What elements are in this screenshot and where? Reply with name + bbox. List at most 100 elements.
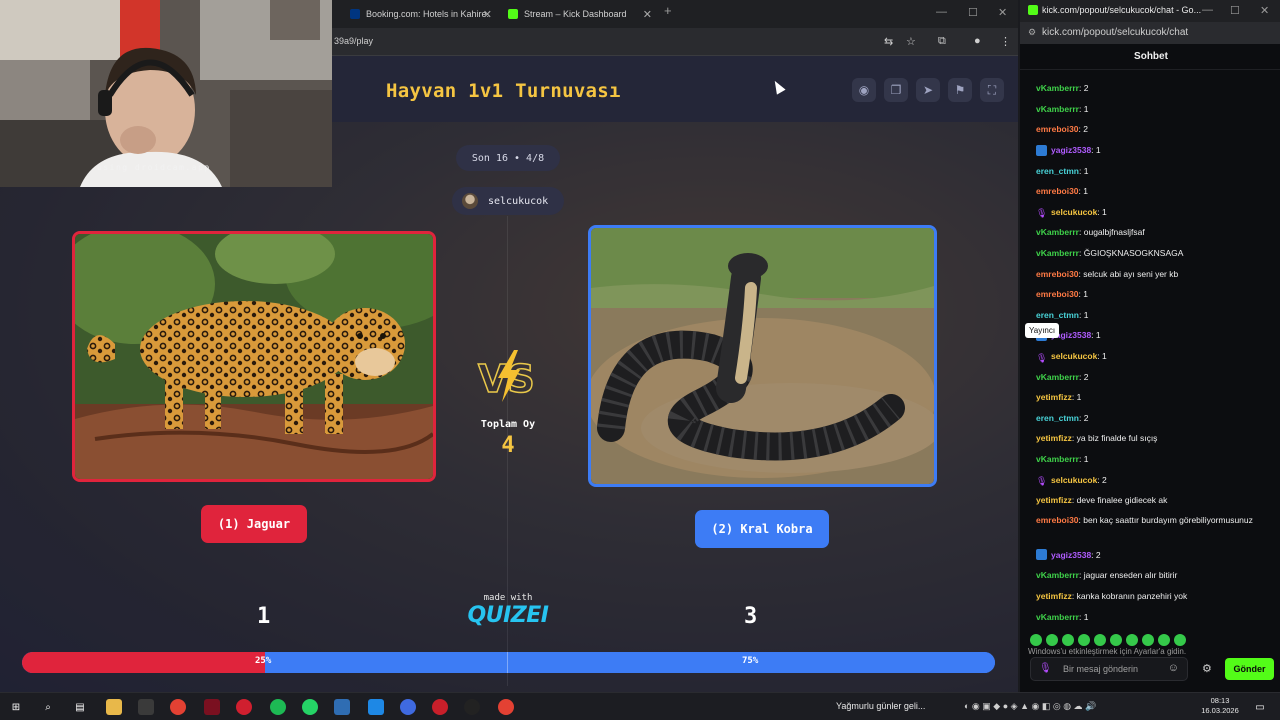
chat-username[interactable]: vKamberrr xyxy=(1036,104,1079,114)
maximize-icon[interactable]: ☐ xyxy=(1230,4,1240,17)
chat-message-input[interactable]: 🎙 Bir mesaj gönderin ☺ xyxy=(1030,657,1188,681)
chat-message[interactable]: yetimfizz: kanka kobranın panzehiri yok xyxy=(1036,586,1268,607)
chat-message[interactable]: eren_ctmn: 1 xyxy=(1036,305,1268,326)
chat-username[interactable]: yetimfizz xyxy=(1036,433,1072,443)
chat-message[interactable]: vKamberrr: 2 xyxy=(1036,78,1268,99)
chat-username[interactable]: emreboi30 xyxy=(1036,289,1079,299)
windows-start-icon[interactable]: ⊞ xyxy=(8,699,24,715)
chat-message[interactable]: yetimfizz: ya biz finalde ful sıçış xyxy=(1036,428,1268,449)
chat-message[interactable]: emreboi30: 2 xyxy=(1036,119,1268,140)
eye-icon[interactable]: ◉ xyxy=(852,78,876,102)
emote-icon[interactable] xyxy=(1062,634,1074,646)
chat-message[interactable]: emreboi30: 1 xyxy=(1036,181,1268,202)
fullscreen-icon[interactable]: ⛶ xyxy=(980,78,1004,102)
chat-username[interactable]: vKamberrr xyxy=(1036,248,1079,258)
app-icon[interactable] xyxy=(334,699,350,715)
chat-message[interactable]: vKamberrr: 1 xyxy=(1036,449,1268,470)
chat-message[interactable]: yagiz3538: 1 xyxy=(1036,325,1268,346)
chat-message[interactable]: yagiz3538: 1 xyxy=(1036,140,1268,161)
chat-message[interactable]: vKamberrr: 1 xyxy=(1036,99,1268,120)
weather-widget[interactable]: Yağmurlu günler geli... xyxy=(836,701,925,711)
chrome-icon[interactable] xyxy=(170,699,186,715)
chat-message[interactable]: vKamberrr: jaguar enseden alır bitirir xyxy=(1036,565,1268,586)
emote-icon[interactable] xyxy=(1078,634,1090,646)
flag-icon[interactable]: ⚑ xyxy=(948,78,972,102)
address-bar[interactable]: 39a9/play ⇆ ☆ ⧉ ● ⋮ xyxy=(332,28,1018,56)
chat-username[interactable]: selcukucok xyxy=(1051,475,1097,485)
close-window-icon[interactable]: ✕ xyxy=(1260,4,1269,17)
chat-message[interactable]: emreboi30: 1 xyxy=(1036,284,1268,305)
clock[interactable]: 08:13 16.03.2026 xyxy=(1200,696,1240,716)
chat-username[interactable]: vKamberrr xyxy=(1036,372,1079,382)
send-icon[interactable]: ➤ xyxy=(916,78,940,102)
app-icon[interactable] xyxy=(400,699,416,715)
chrome-icon[interactable] xyxy=(498,699,514,715)
emote-icon[interactable] xyxy=(1126,634,1138,646)
spotify-icon[interactable] xyxy=(270,699,286,715)
chat-message[interactable]: yetimfizz: 1 xyxy=(1036,387,1268,408)
chat-username[interactable]: vKamberrr xyxy=(1036,612,1079,622)
emote-icon[interactable] xyxy=(1142,634,1154,646)
chat-message[interactable]: emreboi30: selcuk abi ayı seni yer kb xyxy=(1036,263,1268,284)
chat-message[interactable]: 🎙 selcukucok: 1 xyxy=(1036,346,1268,367)
send-button[interactable]: Gönder xyxy=(1225,658,1274,680)
app-icon[interactable] xyxy=(236,699,252,715)
chat-username[interactable]: vKamberrr xyxy=(1036,454,1079,464)
emote-icon[interactable] xyxy=(1110,634,1122,646)
system-tray-icons[interactable]: ◐ ◉ ▣ ◆ ● ◈ ▲ ◉ ◧ ◎ ◍ ☁ 🔊 xyxy=(964,701,1096,712)
chat-username[interactable]: emreboi30 xyxy=(1036,515,1079,525)
close-icon[interactable]: ✕ xyxy=(643,8,652,21)
chat-username[interactable]: vKamberrr xyxy=(1036,570,1079,580)
menu-dots-icon[interactable]: ⋮ xyxy=(1000,35,1011,48)
whatsapp-icon[interactable] xyxy=(302,699,318,715)
notification-icon[interactable]: ▭ xyxy=(1252,699,1268,715)
site-info-icon[interactable]: ⚙ xyxy=(1028,27,1036,38)
chat-message[interactable]: eren_ctmn: 2 xyxy=(1036,408,1268,429)
chat-username[interactable]: yetimfizz xyxy=(1036,392,1072,402)
minimize-icon[interactable]: — xyxy=(936,6,947,18)
copy-icon[interactable]: ❐ xyxy=(884,78,908,102)
chat-username[interactable]: vKamberrr xyxy=(1036,227,1079,237)
vote-jaguar-button[interactable]: (1) Jaguar xyxy=(201,505,307,543)
bookmark-star-icon[interactable]: ☆ xyxy=(906,35,916,48)
chat-message[interactable]: emreboi30: ben kaç saattır burdayım göre… xyxy=(1036,510,1268,544)
option-card-king-cobra[interactable] xyxy=(588,225,937,487)
app-icon[interactable] xyxy=(432,699,448,715)
chat-message-list[interactable]: vKamberrr: 2 vKamberrr: 1 emreboi30: 2 yagi… xyxy=(1036,78,1268,627)
chat-username[interactable]: vKamberrr xyxy=(1036,83,1079,93)
plus-icon[interactable]: + xyxy=(664,3,672,18)
maximize-icon[interactable]: ☐ xyxy=(968,6,978,19)
chat-username[interactable]: yagiz3538 xyxy=(1051,550,1091,560)
emote-icon[interactable] xyxy=(1046,634,1058,646)
chat-username[interactable]: emreboi30 xyxy=(1036,269,1079,279)
store-icon[interactable] xyxy=(138,699,154,715)
chat-username[interactable]: emreboi30 xyxy=(1036,186,1079,196)
chat-message[interactable]: vKamberrr: ougalbjfnasljfsaf xyxy=(1036,222,1268,243)
chat-address-bar[interactable]: ⚙ kick.com/popout/selcukucok/chat xyxy=(1020,22,1280,44)
extensions-icon[interactable]: ⧉ xyxy=(938,35,946,48)
chat-username[interactable]: yetimfizz xyxy=(1036,495,1072,505)
chat-username[interactable]: yagiz3538 xyxy=(1051,145,1091,155)
search-icon[interactable]: ⌕ xyxy=(40,699,56,715)
emote-icon[interactable] xyxy=(1030,634,1042,646)
chat-message[interactable]: yagiz3538: 2 xyxy=(1036,544,1268,565)
chat-message[interactable]: vKamberrr: 2 xyxy=(1036,366,1268,387)
tab-booking[interactable]: Booking.com: Hotels in Kahire. ✕ xyxy=(350,2,492,26)
task-view-icon[interactable]: ▤ xyxy=(72,699,88,715)
close-icon[interactable]: ✕ xyxy=(483,8,492,21)
chat-username[interactable]: eren_ctmn xyxy=(1036,166,1079,176)
chat-message[interactable]: 🎙 selcukucok: 1 xyxy=(1036,202,1268,223)
file-explorer-icon[interactable] xyxy=(106,699,122,715)
chat-username[interactable]: emreboi30 xyxy=(1036,124,1079,134)
tab-kick-dashboard[interactable]: Stream – Kick Dashboard ✕ xyxy=(508,2,652,26)
translate-icon[interactable]: ⇆ xyxy=(884,35,893,48)
obs-icon[interactable] xyxy=(464,699,480,715)
emote-icon[interactable] xyxy=(1158,634,1170,646)
app-icon[interactable] xyxy=(368,699,384,715)
emote-icon[interactable] xyxy=(1094,634,1106,646)
chat-username[interactable]: selcukucok xyxy=(1051,207,1097,217)
chat-url[interactable]: kick.com/popout/selcukucok/chat xyxy=(1042,27,1188,38)
emote-icon[interactable] xyxy=(1174,634,1186,646)
app-icon[interactable] xyxy=(204,699,220,715)
emote-bar[interactable] xyxy=(1030,634,1220,648)
